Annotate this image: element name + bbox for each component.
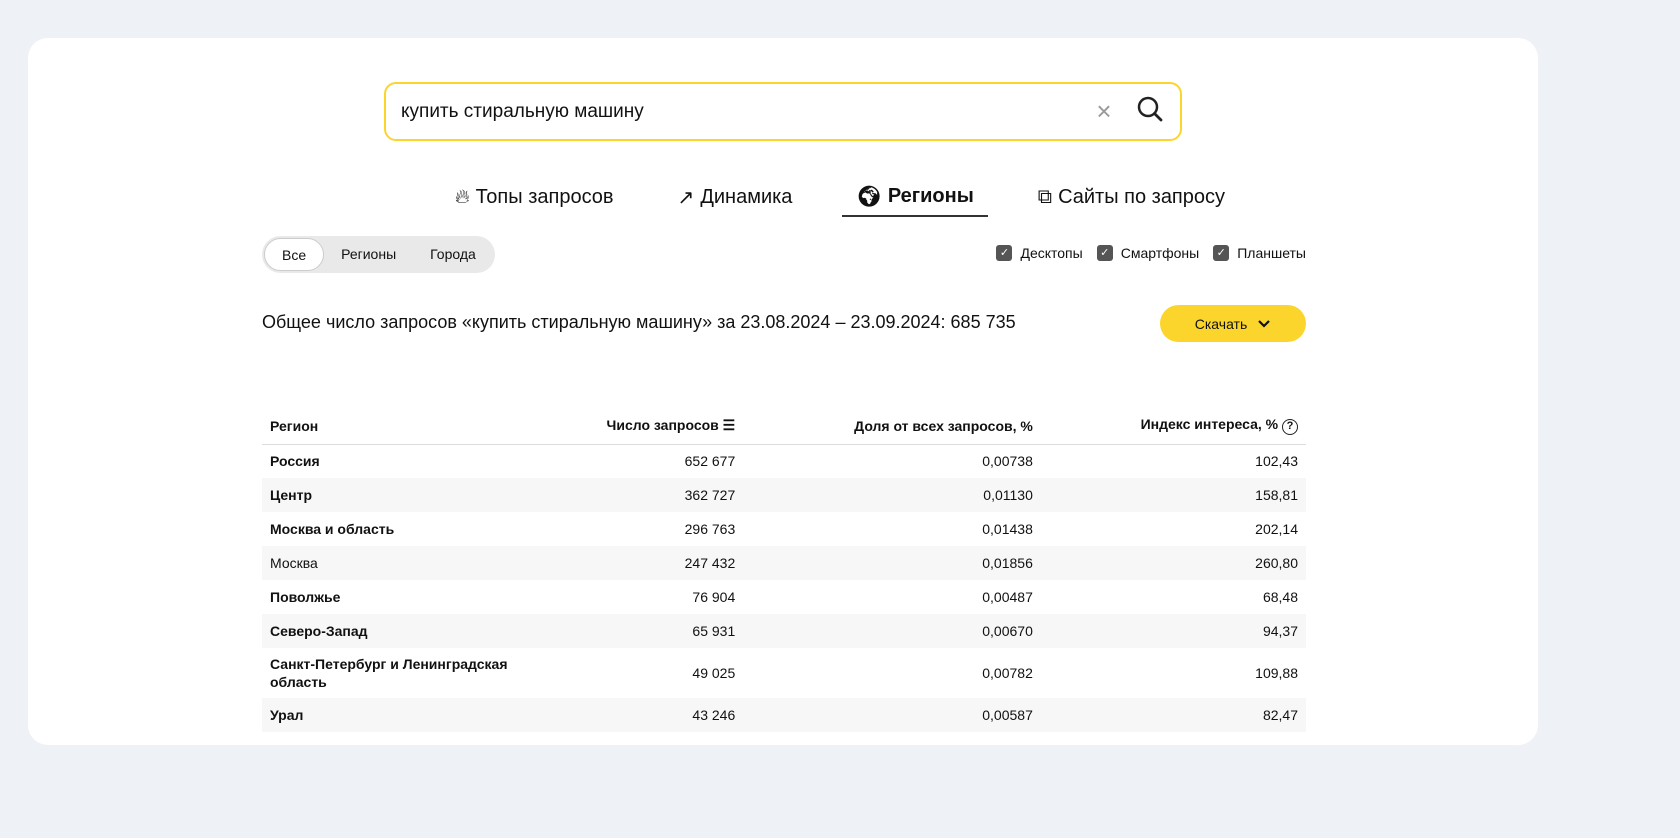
segment-regions[interactable]: Регионы — [324, 238, 413, 271]
region-name: Центр — [262, 478, 522, 512]
table-row: Урал 43 246 0,00587 82,47 — [262, 698, 1306, 732]
region-name: Москва и область — [270, 521, 395, 537]
region-name: Москва — [262, 546, 522, 580]
table-row: Россия 652 677 0,00738 102,43 — [262, 444, 1306, 478]
query-share: 0,00587 — [743, 698, 1041, 732]
query-count: 43 246 — [522, 698, 744, 732]
segment-all[interactable]: Все — [264, 238, 325, 271]
fire-icon: 🔥︎ — [454, 186, 470, 208]
help-icon[interactable]: ? — [1282, 419, 1298, 436]
table-row: Москва и область 296 763 0,01438 202,14 — [262, 512, 1306, 546]
region-name: Урал — [262, 698, 522, 732]
table-row: Северо-Запад 65 931 0,00670 94,37 — [262, 614, 1306, 648]
table-row: Поволжье 76 904 0,00487 68,48 — [262, 580, 1306, 614]
device-filters: ✓ Десктопы ✓ Смартфоны ✓ Планшеты — [996, 245, 1306, 261]
query-share: 0,01856 — [743, 546, 1041, 580]
search-input[interactable]: купить стиральную машину — [401, 101, 1092, 123]
checkbox-smartphones[interactable]: ✓ Смартфоны — [1096, 245, 1199, 261]
query-share: 0,00782 — [982, 665, 1033, 681]
tab-dynamics[interactable]: ↗ Динамика — [664, 184, 807, 217]
region-name: Поволжье — [270, 589, 341, 605]
region-name: Санкт-Петербург и Ленинградская область — [270, 656, 508, 690]
interest-index: 158,81 — [1040, 478, 1306, 512]
interest-index: 94,37 — [1040, 614, 1306, 648]
query-share: 0,01130 — [743, 478, 1041, 512]
tab-sites[interactable]: ⧉ Сайты по запросу — [1024, 184, 1239, 217]
clear-icon[interactable]: × — [1092, 96, 1116, 127]
table-row: Санкт-Петербург и Ленинградская область 4… — [262, 648, 1306, 698]
query-count: 362 727 — [522, 478, 744, 512]
trend-icon: ↗ — [677, 187, 695, 209]
column-header-region: Регион — [262, 408, 522, 445]
table-row: Центр 362 727 0,01130 158,81 — [262, 478, 1306, 512]
globe-icon: 🌍︎ — [856, 186, 882, 208]
interest-index: 68,48 — [1262, 589, 1298, 605]
interest-index: 109,88 — [1255, 665, 1298, 681]
search-field[interactable]: купить стиральную машину × — [384, 82, 1182, 141]
tabs: 🔥︎ Топы запросов ↗ Динамика 🌍︎ Регионы ⧉ Сай… — [0, 184, 1680, 217]
query-share: 0,01438 — [982, 521, 1033, 537]
interest-index: 260,80 — [1040, 546, 1306, 580]
query-count: 49 025 — [692, 665, 736, 681]
column-header-index: Индекс интереса, % ? — [1040, 408, 1306, 445]
region-name: Северо-Запад — [262, 614, 522, 648]
query-count: 652 677 — [684, 453, 736, 470]
query-count: 65 931 — [522, 614, 744, 648]
regions-table: Регион Число запросов ☰ Доля от всех зап… — [262, 408, 1306, 732]
column-header-count[interactable]: Число запросов ☰ — [522, 408, 744, 445]
checkbox-checked-icon: ✓ — [1213, 245, 1230, 261]
tab-top-queries[interactable]: 🔥︎ Топы запросов — [441, 184, 628, 217]
query-count: 247 432 — [522, 546, 744, 580]
interest-index: 102,43 — [1255, 453, 1298, 470]
region-type-switch: Все Регионы Города — [262, 236, 495, 273]
query-share: 0,00738 — [982, 453, 1033, 470]
region-name: Россия — [270, 453, 320, 470]
checkbox-tablets[interactable]: ✓ Планшеты — [1213, 245, 1306, 261]
chevron-down-icon — [1258, 319, 1271, 328]
table-row: Москва 247 432 0,01856 260,80 — [262, 546, 1306, 580]
sort-icon[interactable]: ☰ — [723, 417, 736, 433]
checkbox-checked-icon: ✓ — [1096, 245, 1113, 261]
external-link-icon: ⧉ — [1037, 186, 1053, 208]
query-share: 0,00670 — [743, 614, 1041, 648]
search-icon[interactable] — [1136, 95, 1166, 129]
tab-regions[interactable]: 🌍︎ Регионы — [842, 184, 988, 217]
segment-cities[interactable]: Города — [413, 238, 493, 271]
checkbox-desktops[interactable]: ✓ Десктопы — [996, 245, 1083, 261]
column-header-share: Доля от всех запросов, % — [743, 408, 1041, 445]
interest-index: 82,47 — [1040, 698, 1306, 732]
query-count: 296 763 — [684, 521, 736, 537]
checkbox-checked-icon: ✓ — [996, 245, 1013, 261]
download-button[interactable]: Скачать — [1160, 305, 1306, 342]
interest-index: 202,14 — [1255, 521, 1298, 537]
total-summary: Общее число запросов «купить стиральную … — [262, 312, 1016, 332]
query-count: 76 904 — [692, 589, 736, 605]
query-share: 0,00487 — [982, 589, 1033, 605]
